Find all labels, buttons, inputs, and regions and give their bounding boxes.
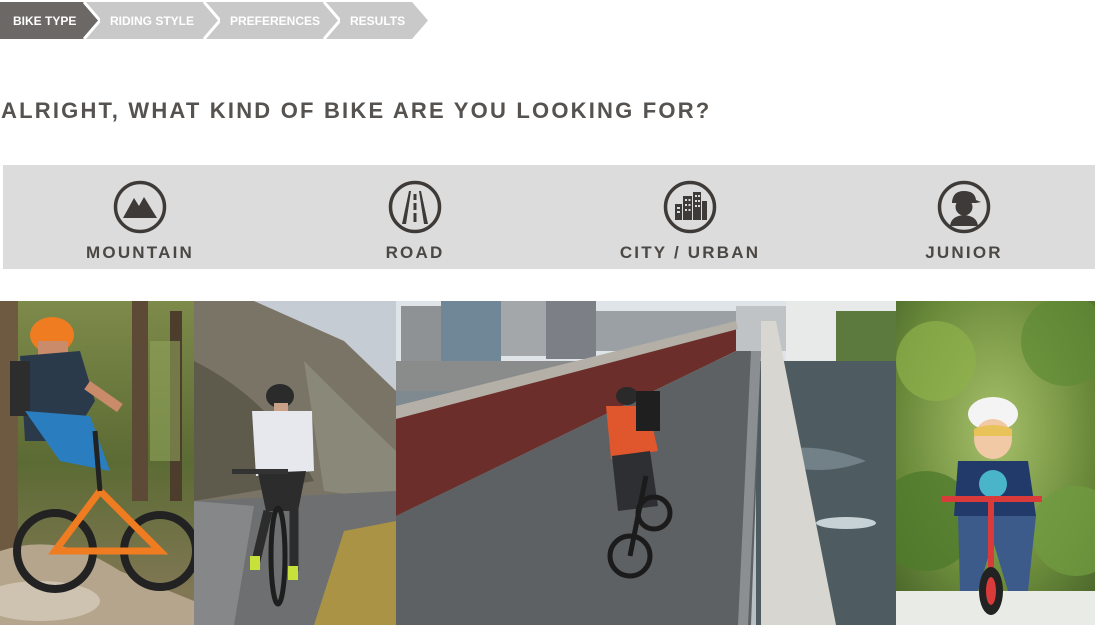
- step-bike-type[interactable]: BIKE TYPE: [0, 2, 100, 39]
- step-label: RIDING STYLE: [110, 13, 195, 28]
- city-bike-photo[interactable]: [396, 301, 896, 625]
- bike-type-junior[interactable]: JUNIOR: [874, 165, 1054, 269]
- step-riding-style[interactable]: RIDING STYLE: [84, 2, 220, 39]
- city-icon: [663, 180, 717, 234]
- wizard-steps: RESULTS PREFERENCES RIDING STYLE BIKE TY…: [0, 2, 440, 39]
- bike-type-photo-strip: [0, 301, 1095, 625]
- bike-type-label: ROAD: [385, 243, 445, 262]
- step-label: PREFERENCES: [230, 13, 321, 28]
- bike-type-label: CITY / URBAN: [619, 243, 761, 262]
- junior-bike-photo[interactable]: [896, 301, 1095, 625]
- road-bike-photo[interactable]: [194, 301, 396, 625]
- mountain-bike-photo[interactable]: [0, 301, 194, 625]
- bike-type-bar: MOUNTAIN ROAD CITY / URBAN JUNIOR: [3, 165, 1095, 269]
- bike-type-label: MOUNTAIN: [86, 243, 194, 262]
- bike-type-label: JUNIOR: [925, 243, 1003, 262]
- mountain-icon: [113, 180, 167, 234]
- step-label: BIKE TYPE: [13, 13, 77, 28]
- junior-icon: [937, 180, 991, 234]
- bike-type-road[interactable]: ROAD: [325, 165, 505, 269]
- road-icon: [388, 180, 442, 234]
- page-title: ALRIGHT, WHAT KIND OF BIKE ARE YOU LOOKI…: [1, 98, 712, 123]
- step-preferences[interactable]: PREFERENCES: [204, 2, 340, 39]
- bike-type-city[interactable]: CITY / URBAN: [600, 165, 780, 269]
- bike-type-mountain[interactable]: MOUNTAIN: [50, 165, 230, 269]
- step-label: RESULTS: [350, 13, 406, 28]
